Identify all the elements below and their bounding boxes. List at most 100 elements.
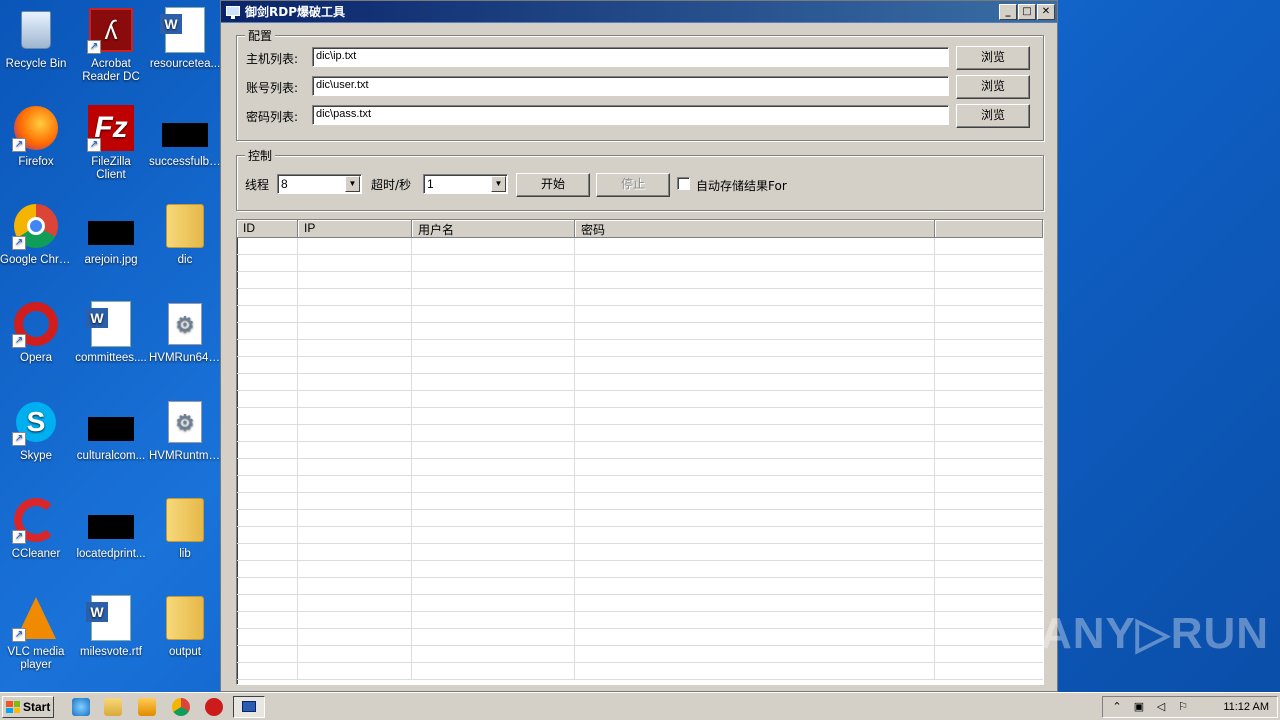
desktop-icon[interactable]: ʎ ↗ Acrobat Reader DC xyxy=(73,6,149,84)
stop-button[interactable]: 停止 xyxy=(596,173,670,197)
table-row[interactable] xyxy=(237,340,1043,357)
explorer-folder-icon[interactable] xyxy=(104,698,122,716)
autosave-checkbox[interactable] xyxy=(677,177,690,190)
desktop-icon[interactable]: successfulbr... xyxy=(147,104,223,169)
vlc-icon: ↗ xyxy=(12,594,60,642)
table-row[interactable] xyxy=(237,289,1043,306)
network-icon[interactable]: ▣ xyxy=(1131,700,1147,714)
host-browse-button[interactable]: 浏览 xyxy=(956,46,1030,70)
word-doc-icon: W xyxy=(86,300,135,348)
desktop-icon[interactable]: lib xyxy=(147,496,223,561)
table-row[interactable] xyxy=(237,646,1043,663)
table-row[interactable] xyxy=(237,323,1043,340)
table-row[interactable] xyxy=(237,476,1043,493)
results-table[interactable]: ID IP 用户名 密码 xyxy=(236,219,1044,685)
table-row[interactable] xyxy=(237,272,1043,289)
desktop-icon[interactable]: Recycle Bin xyxy=(0,6,74,71)
threads-label: 线程 xyxy=(245,178,270,192)
maximize-button[interactable]: □ xyxy=(1018,3,1036,20)
table-body xyxy=(237,238,1043,680)
table-cell xyxy=(298,340,412,356)
close-button[interactable]: ✕ xyxy=(1037,3,1055,20)
desktop-icon[interactable]: ↗ VLC media player xyxy=(0,594,74,672)
table-row[interactable] xyxy=(237,459,1043,476)
desktop-icon[interactable]: ⚙ HVMRun64.dll xyxy=(147,300,223,365)
desktop-icon[interactable]: S ↗ Skype xyxy=(0,398,74,463)
chrome-icon[interactable] xyxy=(172,698,190,716)
table-cell xyxy=(237,629,298,645)
table-cell xyxy=(237,425,298,441)
desktop-icon[interactable]: ↗ Firefox xyxy=(0,104,74,169)
table-row[interactable] xyxy=(237,255,1043,272)
column-header-ip[interactable]: IP xyxy=(298,220,412,237)
table-row[interactable] xyxy=(237,238,1043,255)
table-cell xyxy=(298,289,412,305)
table-row[interactable] xyxy=(237,374,1043,391)
desktop-icon[interactable]: ↗ CCleaner xyxy=(0,496,74,561)
table-cell xyxy=(298,408,412,424)
password-browse-button[interactable]: 浏览 xyxy=(956,104,1030,128)
chevron-down-icon[interactable]: ▼ xyxy=(491,176,506,192)
start-button-taskbar[interactable]: Start xyxy=(2,696,54,718)
table-row[interactable] xyxy=(237,544,1043,561)
internet-explorer-icon[interactable] xyxy=(72,698,90,716)
desktop-icon-label: successfulbr... xyxy=(149,156,222,168)
table-cell xyxy=(237,578,298,594)
desktop-icon[interactable]: locatedprint... xyxy=(73,496,149,561)
account-browse-button[interactable]: 浏览 xyxy=(956,75,1030,99)
table-row[interactable] xyxy=(237,306,1043,323)
table-row[interactable] xyxy=(237,595,1043,612)
table-row[interactable] xyxy=(237,357,1043,374)
start-button[interactable]: 开始 xyxy=(516,173,590,197)
threads-value: 8 xyxy=(281,177,288,191)
host-list-label: 主机列表: xyxy=(246,52,299,66)
table-row[interactable] xyxy=(237,391,1043,408)
table-row[interactable] xyxy=(237,578,1043,595)
desktop-icon[interactable]: Wresourcetea... xyxy=(147,6,223,71)
column-header-id[interactable]: ID xyxy=(237,220,298,237)
table-row[interactable] xyxy=(237,527,1043,544)
table-row[interactable] xyxy=(237,612,1043,629)
timeout-select[interactable]: 1 ▼ xyxy=(423,174,508,194)
opera-icon[interactable] xyxy=(205,698,223,716)
column-header-password[interactable]: 密码 xyxy=(575,220,935,237)
desktop-icon-label: VLC media player xyxy=(7,646,65,671)
desktop-icon[interactable]: culturalcom... xyxy=(73,398,149,463)
table-row[interactable] xyxy=(237,629,1043,646)
action-center-flag-icon[interactable]: ⚐ xyxy=(1175,700,1191,714)
account-list-input[interactable]: dic\user.txt xyxy=(312,76,949,96)
table-row[interactable] xyxy=(237,425,1043,442)
host-list-input[interactable]: dic\ip.txt xyxy=(312,47,949,67)
table-row[interactable] xyxy=(237,663,1043,680)
desktop-icon[interactable]: ↗ Opera xyxy=(0,300,74,365)
clock[interactable]: 11:12 AM xyxy=(1223,701,1269,713)
table-row[interactable] xyxy=(237,493,1043,510)
desktop-icon[interactable]: dic xyxy=(147,202,223,267)
desktop-icon[interactable]: ↗ Google Chrome xyxy=(0,202,74,267)
show-hidden-icons-icon[interactable]: ⌃ xyxy=(1109,700,1125,714)
desktop-icon[interactable]: Wmilesvote.rtf xyxy=(73,594,149,659)
column-header-username[interactable]: 用户名 xyxy=(412,220,575,237)
threads-select[interactable]: 8 ▼ xyxy=(277,174,362,194)
desktop-icon[interactable]: output xyxy=(147,594,223,659)
table-row[interactable] xyxy=(237,561,1043,578)
desktop-icon[interactable]: Wcommittees.... xyxy=(73,300,149,365)
table-row[interactable] xyxy=(237,408,1043,425)
desktop-icon[interactable]: Fz ↗ FileZilla Client xyxy=(73,104,149,182)
table-row[interactable] xyxy=(237,442,1043,459)
media-player-icon[interactable] xyxy=(138,698,156,716)
recycle-bin-icon xyxy=(12,6,60,54)
chevron-down-icon[interactable]: ▼ xyxy=(345,176,360,192)
title-bar[interactable]: 御剑RDP爆破工具 _ □ ✕ xyxy=(221,1,1057,23)
table-cell xyxy=(298,391,412,407)
desktop-icon[interactable]: ⚙ HVMRuntm.dll xyxy=(147,398,223,463)
table-row[interactable] xyxy=(237,510,1043,527)
volume-icon[interactable]: ◁ xyxy=(1153,700,1169,714)
desktop-icon[interactable]: arejoin.jpg xyxy=(73,202,149,267)
minimize-button[interactable]: _ xyxy=(999,3,1017,20)
table-cell xyxy=(575,442,935,458)
password-list-input[interactable]: dic\pass.txt xyxy=(312,105,949,125)
table-cell xyxy=(412,561,575,577)
table-cell xyxy=(412,408,575,424)
taskbar-rdp-app[interactable] xyxy=(233,696,265,718)
